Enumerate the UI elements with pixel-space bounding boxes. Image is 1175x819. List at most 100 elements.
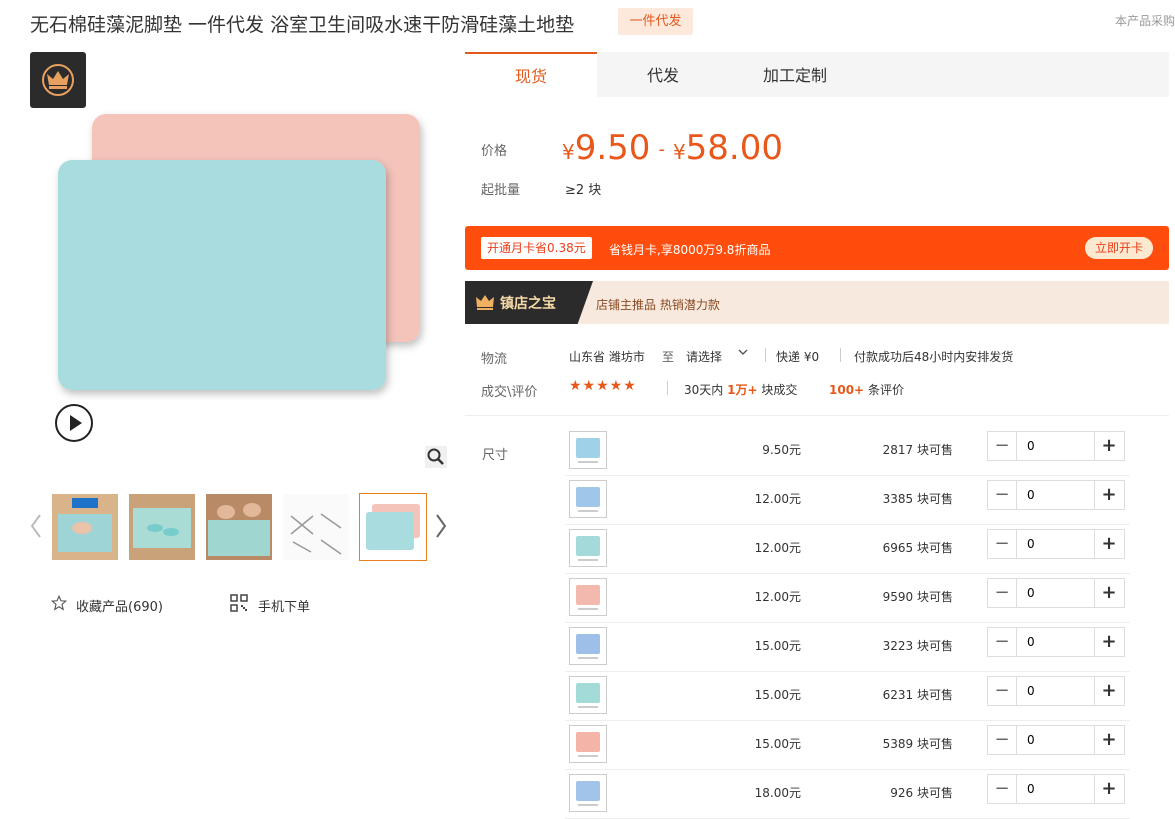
sku-stock: 3223 块可售: [882, 639, 953, 653]
minus-icon[interactable]: −: [988, 530, 1017, 558]
sku-swatch: [576, 683, 600, 703]
tab-dropship[interactable]: 代发: [597, 52, 729, 97]
quantity-input[interactable]: [1017, 530, 1095, 558]
sku-thumbnail[interactable]: [569, 725, 607, 763]
sku-swatch: [576, 634, 600, 654]
reviews-count[interactable]: 100+ 条评价: [829, 381, 904, 398]
moq-label: 起批量: [481, 183, 521, 198]
plus-icon[interactable]: +: [1094, 677, 1124, 705]
sku-row: 12.00元3385 块可售−+: [565, 475, 1130, 525]
sku-swatch: [576, 585, 600, 605]
sku-caption: [578, 559, 598, 561]
thumbnail-4[interactable]: [283, 494, 349, 560]
sku-thumbnail[interactable]: [569, 774, 607, 812]
sku-stock: 3385 块可售: [882, 492, 953, 506]
minus-icon[interactable]: −: [988, 628, 1017, 656]
quantity-stepper: −+: [987, 676, 1125, 706]
sku-thumbnail[interactable]: [569, 676, 607, 714]
minus-icon[interactable]: −: [988, 726, 1017, 754]
plus-icon[interactable]: +: [1094, 628, 1124, 656]
card-banner-text: 省钱月卡,享8000万9.8折商品: [609, 243, 771, 257]
deals-count: 30天内 1万+ 块成交: [684, 381, 797, 398]
sku-stock: 5389 块可售: [882, 737, 953, 751]
thumbnail-3[interactable]: [206, 494, 272, 560]
deals-suffix: 块成交: [761, 383, 798, 397]
minus-icon[interactable]: −: [988, 775, 1017, 803]
crown-icon: [474, 291, 496, 317]
sku-thumbnail[interactable]: [569, 529, 607, 567]
thumbnail-5[interactable]: [359, 493, 427, 561]
destination-select[interactable]: 请选择: [686, 348, 722, 365]
quantity-stepper: −+: [987, 431, 1125, 461]
sku-row: 15.00元6231 块可售−+: [565, 671, 1130, 721]
chevron-right-icon[interactable]: [433, 512, 449, 540]
main-product-image: [40, 100, 440, 400]
sku-caption: [578, 461, 598, 463]
sku-price: 15.00元: [754, 737, 801, 751]
reviews-label: 成交\评价: [481, 385, 538, 400]
minus-icon[interactable]: −: [988, 677, 1017, 705]
dropship-badge: 一件代发: [618, 8, 693, 35]
plus-icon[interactable]: +: [1094, 432, 1124, 460]
sku-stock: 2817 块可售: [882, 443, 953, 457]
quantity-stepper: −+: [987, 578, 1125, 608]
sku-price: 15.00元: [754, 639, 801, 653]
reviews-value: 100+: [829, 383, 865, 397]
purchase-mode-tabs: 现货 代发 加工定制: [465, 52, 1169, 97]
divider: [667, 381, 668, 395]
quantity-input[interactable]: [1017, 726, 1095, 754]
plus-icon[interactable]: +: [1094, 726, 1124, 754]
quantity-stepper: −+: [987, 627, 1125, 657]
sku-caption: [578, 510, 598, 512]
deals-value: 1万+: [727, 383, 758, 397]
play-video-icon[interactable]: [55, 404, 93, 442]
chevron-down-icon[interactable]: [737, 346, 749, 361]
chevron-left-icon[interactable]: [28, 512, 44, 540]
quantity-input[interactable]: [1017, 579, 1095, 607]
plus-icon[interactable]: +: [1094, 579, 1124, 607]
sku-swatch: [576, 487, 600, 507]
sku-thumbnail[interactable]: [569, 627, 607, 665]
sku-swatch: [576, 536, 600, 556]
favorite-button[interactable]: 收藏产品(690): [50, 594, 163, 616]
sku-swatch: [576, 438, 600, 458]
thumbnail-2[interactable]: [129, 494, 195, 560]
currency-symbol: ¥: [562, 140, 575, 164]
sku-thumbnail[interactable]: [569, 480, 607, 518]
sku-caption: [578, 608, 598, 610]
quantity-input[interactable]: [1017, 432, 1095, 460]
plus-icon[interactable]: +: [1094, 775, 1124, 803]
deals-prefix: 30天内: [684, 383, 724, 397]
sku-thumbnail[interactable]: [569, 431, 607, 469]
sku-caption: [578, 755, 598, 757]
quantity-input[interactable]: [1017, 677, 1095, 705]
thumbnail-1[interactable]: [52, 494, 118, 560]
search-icon[interactable]: [425, 446, 447, 468]
sku-stock: 6231 块可售: [882, 688, 953, 702]
minus-icon[interactable]: −: [988, 481, 1017, 509]
tab-custom-processing[interactable]: 加工定制: [729, 52, 861, 97]
procurement-link[interactable]: 本产品采购: [1115, 12, 1175, 29]
sku-row: 15.00元3223 块可售−+: [565, 622, 1130, 672]
quantity-stepper: −+: [987, 725, 1125, 755]
sku-thumbnail[interactable]: [569, 578, 607, 616]
quantity-input[interactable]: [1017, 481, 1095, 509]
tab-in-stock[interactable]: 现货: [465, 52, 597, 97]
minus-icon[interactable]: −: [988, 432, 1017, 460]
quantity-input[interactable]: [1017, 628, 1095, 656]
logistics-to: 至: [662, 350, 675, 364]
sku-price: 12.00元: [754, 590, 801, 604]
shipping-note: 付款成功后48小时内安排发货: [854, 350, 1014, 364]
minus-icon[interactable]: −: [988, 579, 1017, 607]
plus-icon[interactable]: +: [1094, 481, 1124, 509]
quantity-stepper: −+: [987, 529, 1125, 559]
open-card-button[interactable]: 立即开卡: [1085, 237, 1153, 259]
mobile-order-button[interactable]: 手机下单: [230, 594, 310, 616]
plus-icon[interactable]: +: [1094, 530, 1124, 558]
price-label: 价格: [481, 144, 508, 159]
qr-code-icon: [230, 594, 248, 616]
sku-stock: 926 块可售: [890, 786, 953, 800]
quantity-stepper: −+: [987, 774, 1125, 804]
quantity-input[interactable]: [1017, 775, 1095, 803]
sku-row: 12.00元9590 块可售−+: [565, 573, 1130, 623]
